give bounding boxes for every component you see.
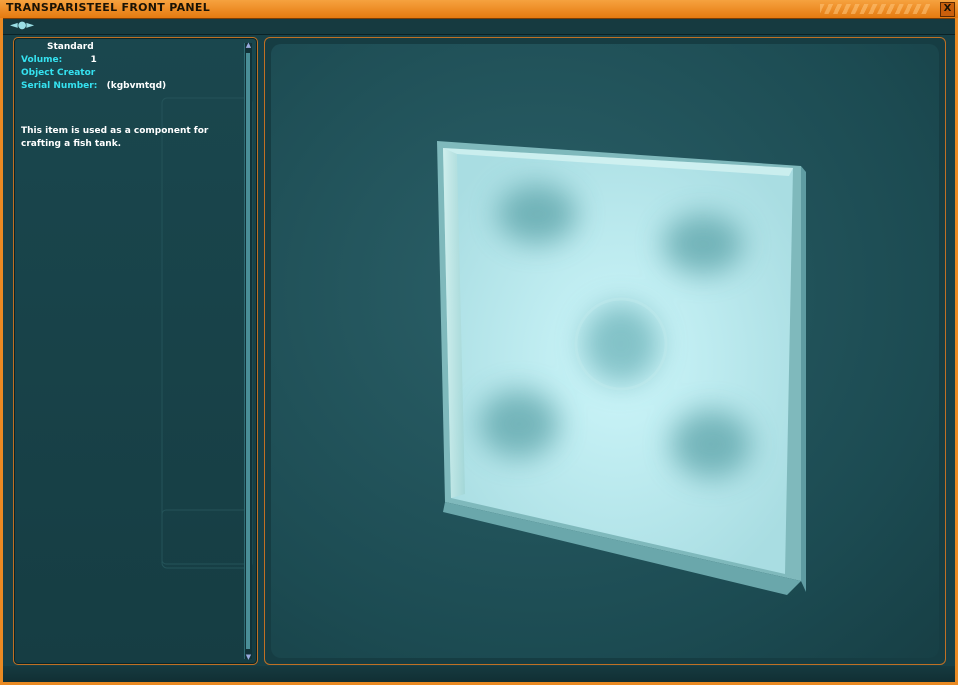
serial-label: Serial Number: xyxy=(21,81,98,91)
bottom-frame xyxy=(0,666,958,685)
window-title: TRANSPARISTEEL FRONT PANEL xyxy=(6,1,211,14)
item-3d-viewer[interactable] xyxy=(264,37,946,665)
title-bar[interactable]: TRANSPARISTEEL FRONT PANEL X xyxy=(0,0,958,19)
toolbar: ◄●► xyxy=(0,19,958,35)
transparisteel-panel-model xyxy=(437,141,806,595)
item-examine-window: TRANSPARISTEEL FRONT PANEL X ◄●► Standar… xyxy=(0,0,958,685)
serial-row: Serial Number: (kgbvmtqd) xyxy=(21,81,241,94)
volume-label: Volume: xyxy=(21,55,63,65)
serial-value: (kgbvmtqd) xyxy=(106,81,167,91)
object-creator-label: Object Creator xyxy=(21,68,96,78)
close-button[interactable]: X xyxy=(940,2,955,17)
scroll-down-arrow-icon[interactable]: ▼ xyxy=(244,653,253,661)
scroll-up-arrow-icon[interactable]: ▲ xyxy=(244,41,253,49)
info-scrollbar[interactable]: ▲ ▼ xyxy=(244,41,253,661)
item-condition: Standard xyxy=(47,42,94,52)
item-info-text: Standard Volume: 1 Object Creator Serial… xyxy=(21,42,241,151)
nav-arrows-icon[interactable]: ◄●► xyxy=(10,20,34,31)
viewer-viewport[interactable] xyxy=(271,44,939,658)
item-info-panel: Standard Volume: 1 Object Creator Serial… xyxy=(13,37,258,665)
volume-value: 1 xyxy=(90,55,97,65)
title-stripes-decoration xyxy=(820,4,930,14)
item-description: This item is used as a component for cra… xyxy=(21,126,209,149)
volume-row: Volume: 1 xyxy=(21,55,241,68)
scroll-thumb[interactable] xyxy=(246,53,250,649)
